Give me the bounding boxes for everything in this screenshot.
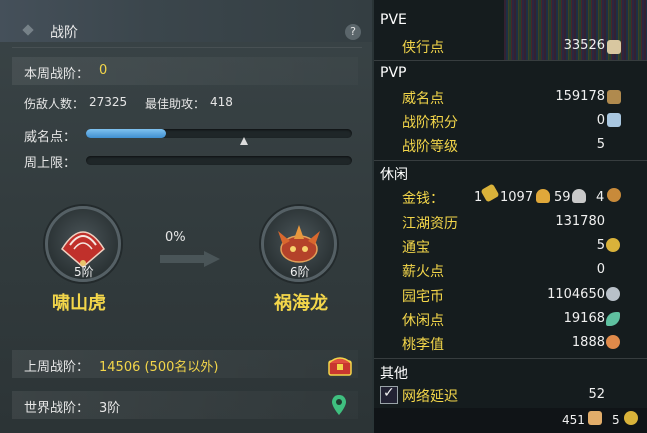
current-rank-level: 5阶 — [74, 265, 94, 279]
pvp-item-label: 战阶等级 — [402, 139, 458, 155]
section-divider — [374, 160, 647, 161]
prestige-progress-fill — [86, 129, 166, 138]
pvp-item-value: 5 — [596, 137, 605, 152]
prestige-label: 威名点： — [24, 130, 77, 145]
weekly-cap-label: 周上限： — [24, 156, 77, 171]
weekly-rank-label: 本周战阶： — [24, 67, 90, 82]
next-rank-name: 祸海龙 — [274, 293, 328, 314]
last-week-label: 上周战阶： — [24, 360, 90, 375]
mask-icon — [607, 90, 621, 104]
world-rank-label: 世界战阶： — [24, 401, 90, 416]
right-arrow-icon — [160, 251, 220, 267]
money-label: 金钱： — [402, 191, 444, 207]
help-button[interactable]: ? — [345, 24, 361, 40]
leisure-item-label: 园宅币 — [402, 289, 444, 305]
leisure-item-value: 1888 — [571, 335, 605, 350]
checkmark-icon: ✓ — [383, 385, 395, 401]
character-icon[interactable] — [588, 411, 602, 425]
leisure-item-value: 19168 — [563, 311, 605, 326]
leisure-item-label: 薪火点 — [402, 264, 444, 280]
currency-panel: PVE 侠行点 33526 PVP 威名点 159178 战阶积分 0 战阶等级… — [374, 0, 647, 433]
pvp-item-label: 战阶积分 — [402, 115, 458, 131]
pve-item-label: 侠行点 — [402, 40, 444, 56]
leisure-item-value: 0 — [596, 262, 605, 277]
prestige-progress-bar — [86, 129, 352, 145]
latency-label: 网络延迟 — [402, 389, 458, 405]
house-coin-icon — [606, 287, 620, 301]
peach-icon — [606, 335, 620, 349]
weekly-rank-value: 0 — [99, 63, 108, 78]
latency-checkbox[interactable]: ✓ — [380, 385, 398, 404]
best-assist-value: 418 — [210, 95, 233, 109]
last-week-value: 14506 (500名以外) — [99, 360, 219, 375]
copper-value: 4 — [596, 190, 605, 205]
location-pin-icon[interactable] — [332, 395, 346, 415]
pvp-item-value: 159178 — [555, 89, 605, 104]
leisure-item-value: 1104650 — [547, 287, 605, 302]
current-rank-name: 啸山虎 — [52, 293, 106, 314]
section-divider — [374, 60, 647, 61]
leisure-item-value: 131780 — [555, 214, 605, 229]
scroll-icon — [607, 40, 621, 54]
kills-label: 伤敌人数： — [24, 97, 85, 111]
bottom-left-value: 451 — [562, 413, 585, 427]
weekly-cap-bar — [86, 156, 352, 165]
gold-coin-icon — [536, 189, 550, 203]
crystal-icon — [607, 113, 621, 127]
latency-value: 52 — [588, 387, 605, 402]
leisure-item-label: 休闲点 — [402, 313, 444, 329]
leisure-item-label: 桃李值 — [402, 337, 444, 353]
pve-item-value: 33526 — [563, 38, 605, 53]
pvp-section-title: PVP — [380, 65, 407, 81]
panel-title: 战阶 — [50, 25, 78, 41]
rank-progress-percent: 0% — [165, 230, 186, 245]
pvp-item-value: 0 — [596, 113, 605, 128]
header-divider — [12, 47, 362, 48]
reward-chest-icon[interactable] — [327, 353, 353, 377]
copper-coin-icon — [607, 188, 621, 202]
pve-section-title: PVE — [380, 12, 407, 28]
leisure-item-label: 江湖资历 — [402, 216, 458, 232]
bottom-right-value: 5 — [612, 413, 620, 427]
pvp-item-label: 威名点 — [402, 91, 444, 107]
kills-value: 27325 — [89, 95, 128, 109]
bottom-bar — [374, 408, 647, 433]
leisure-item-label: 通宝 — [402, 240, 430, 256]
coin-icon — [624, 411, 638, 425]
rank-panel: 战阶 ? 本周战阶： 0 伤敌人数： 27325 最佳助攻： 418 威名点： … — [0, 0, 372, 433]
coin-icon — [606, 238, 620, 252]
world-rank-value: 3阶 — [99, 401, 121, 416]
silver-value: 59 — [554, 190, 571, 205]
prestige-marker-icon — [240, 137, 248, 145]
best-assist-label: 最佳助攻： — [145, 97, 206, 111]
leisure-item-value: 5 — [596, 238, 605, 253]
section-divider — [374, 358, 647, 359]
gold-value: 1097 — [500, 190, 534, 205]
other-section-title: 其他 — [380, 366, 408, 382]
silver-coin-icon — [572, 189, 586, 203]
leisure-section-title: 休闲 — [380, 167, 408, 183]
next-rank-level: 6阶 — [290, 265, 310, 279]
